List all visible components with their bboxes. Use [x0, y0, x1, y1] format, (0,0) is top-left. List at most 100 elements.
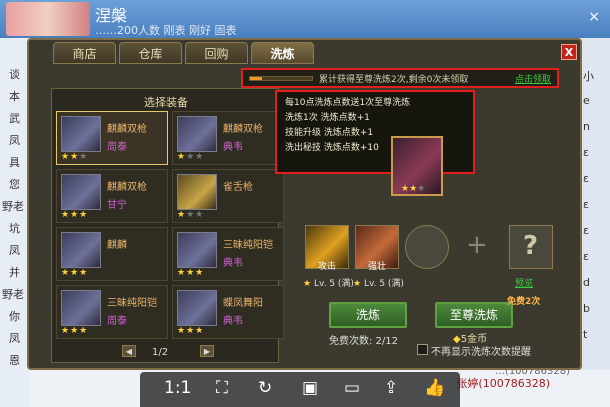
selected-equipment-stars: ★★★ [401, 184, 426, 194]
side-glyph: t [583, 328, 588, 341]
avatar[interactable] [6, 2, 90, 36]
tooltip-line: 每10点洗炼点数送1次至尊洗炼 [285, 98, 411, 108]
side-glyph: ε [583, 224, 589, 237]
chat-member-glyph: 野老 [2, 288, 24, 301]
supreme-wash-button[interactable]: 至尊洗炼 [435, 302, 513, 328]
equipment-item[interactable]: 麒麟双枪周泰 ★★★ [56, 111, 168, 165]
tab-warehouse[interactable]: 仓库 [119, 42, 182, 64]
spear-icon [177, 116, 217, 152]
plus-icon: + [466, 230, 488, 260]
star-rating: ★★★ [61, 152, 89, 162]
chat-username: 张婷(100786328) [456, 377, 550, 390]
equipment-name: 麒麟双枪 [107, 124, 147, 135]
equipment-item[interactable]: 雀舌枪 ★★★ [172, 169, 284, 223]
tab-buyback[interactable]: 回购 [185, 42, 248, 64]
fit-icon[interactable]: ⛶ [216, 378, 228, 398]
next-page-button[interactable]: ▶ [200, 345, 214, 357]
tab-shop[interactable]: 商店 [53, 42, 116, 64]
armor-icon [61, 232, 101, 268]
star-rating: ★★★ [177, 152, 205, 162]
chat-member-glyph: 恩 [9, 354, 20, 367]
equipment-name: 三昧纯阳铠 [223, 240, 273, 251]
equipment-name: 雀舌枪 [223, 182, 253, 193]
preview-link[interactable]: 预览 [515, 276, 533, 289]
monitor-icon[interactable]: ▭ [344, 378, 360, 398]
chat-member-glyph: 并 [9, 266, 20, 279]
no-show-label: 不再显示洗炼次数提醒 [431, 347, 531, 358]
equipment-item[interactable]: 蝶凤舞阳 典韦 ★★★ [172, 285, 284, 339]
blade-icon [177, 174, 217, 210]
progress-text: 累计获得至尊洗炼2次,剩余0次未领取 [319, 75, 469, 85]
equipment-select-panel: 选择装备 麒麟双枪 周泰 ★★★ 麒麟双枪 典韦 ★★★ 麒麟双枪 甘宁 ★★★ 雀舌枪 ★★★ 麒麟… [51, 88, 284, 363]
skill-label: 攻击 [318, 262, 337, 272]
ratio-button[interactable]: 1:1 [164, 378, 191, 398]
side-glyph: n [583, 120, 590, 133]
chat-side-list: 小enεεεεεdbt [580, 38, 610, 407]
chat-member-glyph: 凤 [9, 244, 20, 257]
progress-bar [249, 76, 313, 81]
armor-icon [177, 232, 217, 268]
skill-level: ★ Lv. 5 (满) [353, 279, 404, 289]
armor-icon [177, 290, 217, 326]
close-button[interactable]: X [561, 44, 577, 60]
chat-member-glyph: 您 [9, 178, 20, 191]
star-rating: ★★★ [177, 210, 205, 220]
equipment-owner: 典韦 [223, 316, 243, 327]
equipment-owner: 典韦 [223, 258, 243, 269]
chat-header: 涅槃 ……200人数 刚表 刚好 固表 × [0, 0, 610, 38]
skill-level: ★ Lv. 5 (满) [303, 279, 354, 289]
tooltip-line: 洗炼1次 洗炼点数+1 [285, 113, 370, 123]
share-icon[interactable]: ⇪ [384, 378, 398, 398]
no-show-checkbox[interactable] [417, 344, 428, 355]
question-icon: ? [523, 231, 539, 261]
equipment-item[interactable]: 麒麟 ★★★ [56, 227, 168, 281]
equipment-owner: 甘宁 [107, 200, 127, 211]
chat-member-glyph: 谈 [9, 68, 20, 81]
side-glyph: 小 [583, 70, 594, 83]
equipment-name: 麒麟双枪 [223, 124, 263, 135]
wash-button[interactable]: 洗炼 [329, 302, 407, 328]
side-glyph: d [583, 276, 590, 289]
side-glyph: e [583, 94, 590, 107]
side-glyph: ε [583, 146, 589, 159]
side-glyph: ε [583, 198, 589, 211]
equipment-owner: 典韦 [223, 142, 243, 153]
star-rating: ★★★ [61, 326, 89, 336]
equipment-item[interactable]: 三昧纯阳铠典韦 ★★★ [172, 227, 284, 281]
free-count-badge: 免费2次 [507, 297, 541, 307]
equipment-item[interactable]: 麒麟双枪典韦 ★★★ [172, 111, 284, 165]
spear-icon [61, 116, 101, 152]
chat-member-glyph: 本 [9, 90, 20, 103]
chat-subtitle: ……200人数 刚表 刚好 固表 [95, 24, 237, 37]
tab-wash[interactable]: 洗炼 [251, 42, 314, 64]
claim-link[interactable]: 点击领取 [515, 72, 551, 85]
chat-member-glyph: 具 [9, 156, 20, 169]
side-glyph: ε [583, 250, 589, 263]
chat-member-glyph: 凤 [9, 332, 20, 345]
star-rating: ★★★ [61, 268, 89, 278]
chat-member-glyph: 坑 [9, 222, 20, 235]
star-rating: ★★★ [177, 268, 205, 278]
equipment-name: 蝶凤舞阳 [223, 298, 263, 309]
equipment-item[interactable]: 三昧纯阳铠周泰 ★★★ [56, 285, 168, 339]
equipment-name: 三昧纯阳铠 [107, 298, 157, 309]
equipment-item[interactable]: 麒麟双枪甘宁 ★★★ [56, 169, 168, 223]
chat-member-glyph: 武 [9, 112, 20, 125]
skill-label: 强壮 [368, 262, 387, 272]
supreme-wash-progress: 累计获得至尊洗炼2次,剩余0次未领取 点击领取 [241, 68, 559, 88]
equipment-owner: 周泰 [107, 316, 127, 327]
chat-close-icon[interactable]: × [588, 9, 600, 25]
viewer-toolbar: 1:1 ⛶ ↻ ▣ ▭ ⇪ 👍 [140, 372, 460, 407]
equipment-name: 麒麟双枪 [107, 182, 147, 193]
prev-page-button[interactable]: ◀ [122, 345, 136, 357]
chat-member-list: 谈本武凤具您野老坑凤并野老你凤恩 [0, 38, 30, 407]
save-icon[interactable]: ▣ [302, 378, 318, 398]
free-count-text: 免费次数: 2/12 [329, 336, 399, 347]
rotate-icon[interactable]: ↻ [258, 378, 272, 398]
star-rating: ★★★ [61, 210, 89, 220]
like-icon[interactable]: 👍 [424, 378, 445, 398]
equipment-owner: 周泰 [107, 142, 127, 153]
side-glyph: ε [583, 172, 589, 185]
wash-points-tooltip: 每10点洗炼点数送1次至尊洗炼 洗炼1次 洗炼点数+1 技能升级 洗炼点数+1 … [275, 90, 475, 174]
side-glyph: b [583, 302, 590, 315]
